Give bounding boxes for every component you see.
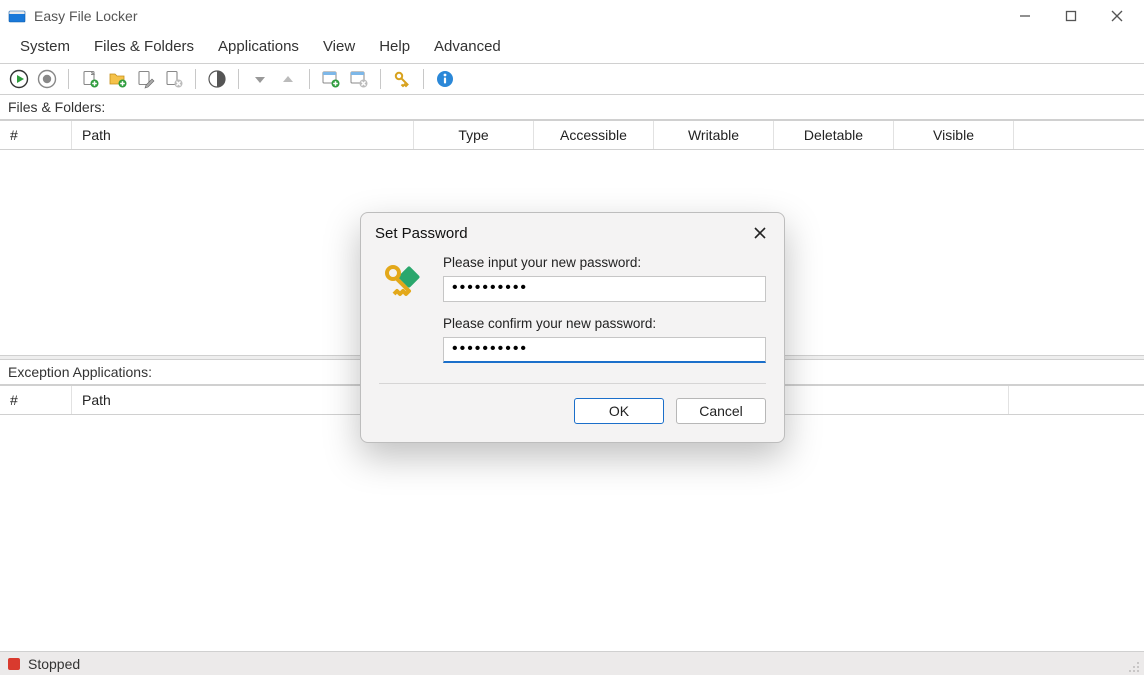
app-icon (8, 7, 26, 25)
column-path[interactable]: Path (72, 121, 414, 149)
maximize-button[interactable] (1048, 0, 1094, 32)
menu-help[interactable]: Help (369, 36, 420, 57)
dialog-titlebar: Set Password (361, 213, 784, 251)
menu-files-folders[interactable]: Files & Folders (84, 36, 204, 57)
add-folder-button[interactable] (107, 68, 129, 90)
dialog-body: Please input your new password: ••••••••… (361, 251, 784, 373)
dialog-close-button[interactable] (746, 221, 774, 245)
column-type[interactable]: Type (414, 121, 534, 149)
exceptions-table-body[interactable] (0, 415, 1144, 640)
menu-applications[interactable]: Applications (208, 36, 309, 57)
toolbar-separator (195, 69, 196, 89)
down-arrow-button[interactable] (249, 68, 271, 90)
password-button[interactable] (391, 68, 413, 90)
dialog-buttons: OK Cancel (361, 384, 784, 442)
set-password-dialog: Set Password Please input your new passw… (360, 212, 785, 443)
start-button[interactable] (8, 68, 30, 90)
window-controls (1002, 0, 1140, 32)
toolbar (0, 64, 1144, 95)
column-visible[interactable]: Visible (894, 121, 1014, 149)
dialog-form: Please input your new password: ••••••••… (443, 255, 766, 363)
add-file-button[interactable] (79, 68, 101, 90)
column-number[interactable]: # (0, 121, 72, 149)
toolbar-separator (423, 69, 424, 89)
files-folders-label: Files & Folders: (0, 95, 1144, 120)
dialog-title: Set Password (375, 225, 468, 242)
cancel-button[interactable]: Cancel (676, 398, 766, 424)
new-password-input[interactable]: •••••••••• (443, 276, 766, 302)
files-table-header: # Path Type Accessible Writable Deletabl… (0, 120, 1144, 150)
info-button[interactable] (434, 68, 456, 90)
column-number[interactable]: # (0, 386, 72, 414)
add-app-button[interactable] (320, 68, 342, 90)
remove-entry-button[interactable] (163, 68, 185, 90)
minimize-button[interactable] (1002, 0, 1048, 32)
column-spacer (1014, 121, 1144, 149)
statusbar: Stopped (0, 651, 1144, 675)
ok-button[interactable]: OK (574, 398, 664, 424)
titlebar: Easy File Locker (0, 0, 1144, 32)
window-title: Easy File Locker (34, 8, 1002, 24)
confirm-password-input[interactable]: •••••••••• (443, 337, 766, 363)
status-indicator-icon (8, 658, 20, 670)
menu-view[interactable]: View (313, 36, 365, 57)
toolbar-separator (238, 69, 239, 89)
dialog-key-icon (379, 255, 427, 363)
column-writable[interactable]: Writable (654, 121, 774, 149)
confirm-password-label: Please confirm your new password: (443, 316, 766, 331)
resize-gripper-icon[interactable] (1126, 659, 1140, 673)
edit-entry-button[interactable] (135, 68, 157, 90)
toggle-button[interactable] (206, 68, 228, 90)
column-deletable[interactable]: Deletable (774, 121, 894, 149)
stop-button[interactable] (36, 68, 58, 90)
menu-system[interactable]: System (10, 36, 80, 57)
column-spacer (1009, 386, 1144, 414)
new-password-label: Please input your new password: (443, 255, 766, 270)
toolbar-separator (68, 69, 69, 89)
toolbar-separator (309, 69, 310, 89)
column-accessible[interactable]: Accessible (534, 121, 654, 149)
up-arrow-button[interactable] (277, 68, 299, 90)
remove-app-button[interactable] (348, 68, 370, 90)
status-text: Stopped (28, 656, 80, 672)
close-button[interactable] (1094, 0, 1140, 32)
toolbar-separator (380, 69, 381, 89)
menu-advanced[interactable]: Advanced (424, 36, 511, 57)
menubar: System Files & Folders Applications View… (0, 32, 1144, 64)
